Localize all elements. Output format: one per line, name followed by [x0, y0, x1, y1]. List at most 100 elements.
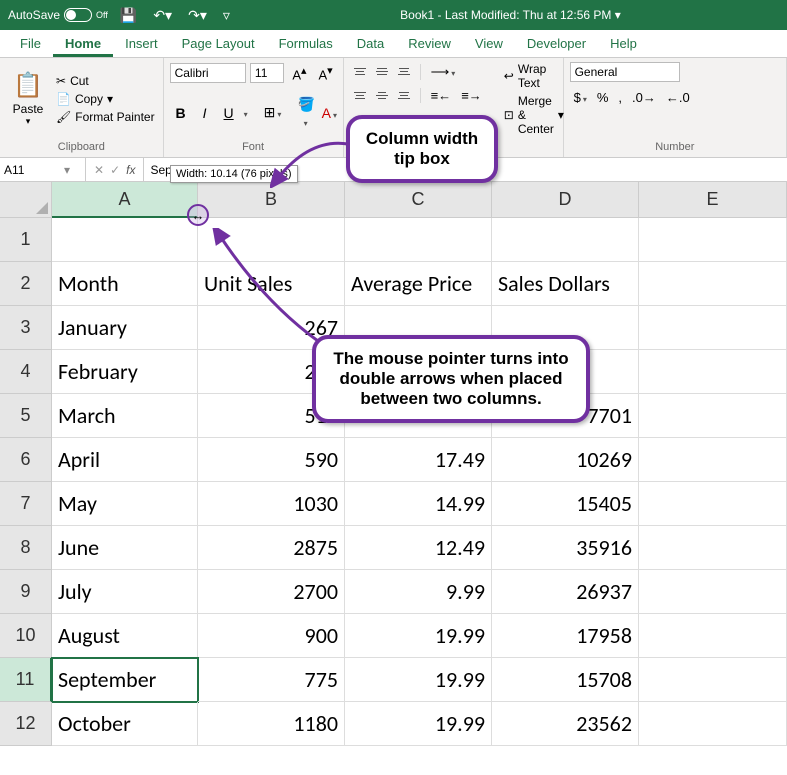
format-painter-button[interactable]: 🖌Format Painter [54, 109, 157, 125]
row-header-5[interactable]: 5 [0, 394, 52, 438]
cell-D11[interactable]: 15708 [492, 658, 639, 702]
cell-B11[interactable]: 775 [198, 658, 345, 702]
row-header-1[interactable]: 1 [0, 218, 52, 262]
comma-format-button[interactable]: , [614, 88, 626, 107]
copy-button[interactable]: 📄Copy ▾ [54, 91, 157, 107]
cell-D2[interactable]: Sales Dollars [492, 262, 639, 306]
row-header-2[interactable]: 2 [0, 262, 52, 306]
name-box-input[interactable] [4, 163, 64, 177]
orientation-button[interactable]: ⟶ [427, 62, 460, 82]
row-header-12[interactable]: 12 [0, 702, 52, 746]
cell-D1[interactable] [492, 218, 639, 262]
align-left-button[interactable] [350, 86, 370, 104]
redo-icon[interactable]: ↷▾ [184, 7, 211, 24]
italic-button[interactable]: I [194, 103, 216, 123]
cell-B9[interactable]: 2700 [198, 570, 345, 614]
merge-center-button[interactable]: ⊡Merge & Center ▾ [502, 93, 566, 137]
align-middle-button[interactable] [372, 62, 392, 80]
cell-A12[interactable]: October [52, 702, 198, 746]
cell-B10[interactable]: 900 [198, 614, 345, 658]
cell-C8[interactable]: 12.49 [345, 526, 492, 570]
cell-E6[interactable] [639, 438, 787, 482]
cell-E1[interactable] [639, 218, 787, 262]
grow-font-button[interactable]: A▴ [288, 62, 310, 84]
cell-C10[interactable]: 19.99 [345, 614, 492, 658]
save-icon[interactable]: 💾 [116, 7, 141, 24]
wrap-text-button[interactable]: ↩Wrap Text [502, 61, 566, 91]
row-header-6[interactable]: 6 [0, 438, 52, 482]
cell-D8[interactable]: 35916 [492, 526, 639, 570]
row-header-11[interactable]: 11 [0, 658, 52, 702]
cell-D10[interactable]: 17958 [492, 614, 639, 658]
fx-icon[interactable]: fx [126, 163, 135, 177]
name-box-dropdown[interactable]: ▾ [64, 163, 70, 177]
cell-E10[interactable] [639, 614, 787, 658]
cell-A2[interactable]: Month [52, 262, 198, 306]
toggle-switch[interactable] [64, 8, 92, 22]
cell-A1[interactable] [52, 218, 198, 262]
cell-A8[interactable]: June [52, 526, 198, 570]
column-header-D[interactable]: D [492, 182, 639, 218]
tab-home[interactable]: Home [53, 30, 113, 57]
cell-E7[interactable] [639, 482, 787, 526]
font-name-select[interactable]: Calibri [170, 63, 246, 83]
tab-review[interactable]: Review [396, 30, 463, 57]
cell-E9[interactable] [639, 570, 787, 614]
cell-A9[interactable]: July [52, 570, 198, 614]
cell-C11[interactable]: 19.99 [345, 658, 492, 702]
cell-A10[interactable]: August [52, 614, 198, 658]
row-header-7[interactable]: 7 [0, 482, 52, 526]
align-top-button[interactable] [350, 62, 370, 80]
cell-A6[interactable]: April [52, 438, 198, 482]
cancel-formula-icon[interactable]: ✕ [94, 163, 104, 177]
column-header-E[interactable]: E [639, 182, 787, 218]
decrease-decimal-button[interactable]: ←.0 [662, 88, 694, 107]
decrease-indent-button[interactable]: ≡← [427, 86, 456, 105]
cell-E11[interactable] [639, 658, 787, 702]
cell-B12[interactable]: 1180 [198, 702, 345, 746]
cell-E12[interactable] [639, 702, 787, 746]
select-all-corner[interactable] [0, 182, 52, 218]
cell-E3[interactable] [639, 306, 787, 350]
tab-developer[interactable]: Developer [515, 30, 598, 57]
shrink-font-button[interactable]: A▾ [314, 62, 336, 84]
fill-color-button[interactable]: 🪣 [294, 94, 316, 131]
cut-button[interactable]: ✂Cut [54, 73, 157, 89]
percent-format-button[interactable]: % [593, 88, 613, 107]
qat-more[interactable]: ▿ [219, 7, 234, 24]
cell-E2[interactable] [639, 262, 787, 306]
increase-decimal-button[interactable]: .0→ [628, 88, 660, 107]
undo-icon[interactable]: ↶▾ [149, 7, 176, 24]
row-header-4[interactable]: 4 [0, 350, 52, 394]
cell-A7[interactable]: May [52, 482, 198, 526]
cell-A11[interactable]: September [52, 658, 198, 702]
cell-D12[interactable]: 23562 [492, 702, 639, 746]
align-bottom-button[interactable] [394, 62, 414, 80]
tab-page-layout[interactable]: Page Layout [170, 30, 267, 57]
cell-C1[interactable] [345, 218, 492, 262]
cell-B7[interactable]: 1030 [198, 482, 345, 526]
align-center-button[interactable] [372, 86, 392, 104]
cell-E5[interactable] [639, 394, 787, 438]
row-header-3[interactable]: 3 [0, 306, 52, 350]
underline-button[interactable]: U [218, 103, 240, 123]
cell-C12[interactable]: 19.99 [345, 702, 492, 746]
tab-view[interactable]: View [463, 30, 515, 57]
cell-D6[interactable]: 10269 [492, 438, 639, 482]
cell-D9[interactable]: 26937 [492, 570, 639, 614]
cell-C7[interactable]: 14.99 [345, 482, 492, 526]
cell-A5[interactable]: March [52, 394, 198, 438]
cell-A3[interactable]: January [52, 306, 198, 350]
paste-button[interactable]: 📋 Paste ▾ [6, 62, 50, 136]
tab-file[interactable]: File [8, 30, 53, 57]
column-header-C[interactable]: C [345, 182, 492, 218]
number-format-select[interactable]: General [570, 62, 680, 82]
font-size-select[interactable]: 11 [250, 63, 284, 83]
cell-A4[interactable]: February [52, 350, 198, 394]
column-header-A[interactable]: A [52, 182, 198, 218]
cell-C6[interactable]: 17.49 [345, 438, 492, 482]
underline-dropdown[interactable] [242, 106, 248, 120]
cell-B6[interactable]: 590 [198, 438, 345, 482]
increase-indent-button[interactable]: ≡→ [457, 86, 486, 105]
bold-button[interactable]: B [170, 103, 192, 123]
